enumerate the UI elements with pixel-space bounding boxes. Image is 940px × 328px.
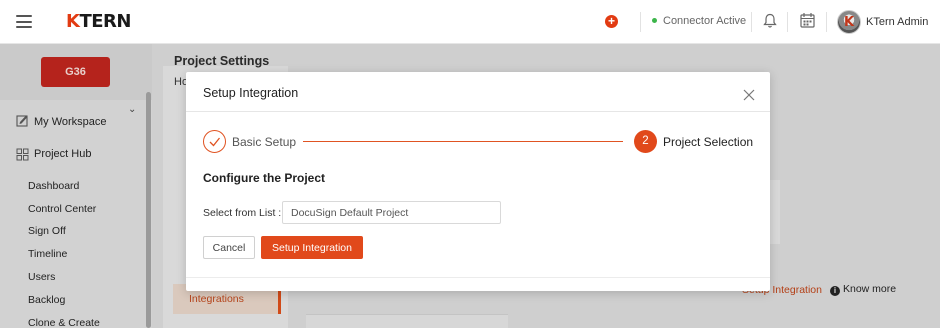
ktern-logo[interactable]: KTERN: [66, 11, 131, 32]
sidebar-item-backlog[interactable]: Backlog: [28, 294, 65, 306]
bell-icon[interactable]: [763, 13, 777, 29]
sidebar-item-my-workspace[interactable]: My Workspace: [34, 116, 107, 128]
header-divider: [787, 12, 788, 32]
top-header: KTERN + Connector Active K KTern Admin: [0, 0, 940, 44]
workspace-icon: [16, 115, 28, 127]
modal-divider: [186, 111, 770, 112]
sidebar-item-clone-create[interactable]: Clone & Create: [28, 317, 100, 328]
project-badge[interactable]: G36: [41, 57, 110, 87]
header-divider: [751, 12, 752, 32]
know-more-link[interactable]: i Know more: [830, 283, 896, 296]
calendar-icon[interactable]: [800, 12, 815, 28]
page-title: Project Settings: [174, 54, 270, 68]
modal-footer-divider: [186, 277, 770, 278]
section-title: Configure the Project: [203, 171, 326, 185]
setup-integration-modal: Setup Integration Basic Setup 2 Project …: [186, 72, 770, 291]
sidebar-item-users[interactable]: Users: [28, 271, 55, 283]
modal-title: Setup Integration: [203, 86, 299, 100]
chevron-down-icon[interactable]: ⌄: [128, 104, 136, 115]
step-active-indicator: 2: [634, 130, 657, 153]
sidebar-item-sign-off[interactable]: Sign Off: [28, 225, 66, 237]
check-icon: [209, 137, 221, 147]
grid-icon: [16, 148, 29, 161]
step-connector-line: [303, 141, 623, 142]
select-from-list-label: Select from List :: [203, 207, 282, 219]
step-project-selection: Project Selection: [663, 135, 754, 149]
add-icon[interactable]: +: [605, 15, 618, 28]
avatar[interactable]: K: [837, 10, 861, 34]
info-icon: i: [830, 286, 840, 296]
menu-icon[interactable]: [16, 15, 32, 28]
integration-card: [306, 314, 508, 328]
sidebar-item-control-center[interactable]: Control Center: [28, 203, 96, 215]
connector-status: Connector Active: [652, 15, 746, 27]
close-icon[interactable]: [742, 88, 756, 102]
header-divider: [640, 12, 641, 32]
header-divider: [826, 12, 827, 32]
project-select-input[interactable]: [282, 201, 501, 224]
sidebar-item-timeline[interactable]: Timeline: [28, 248, 67, 260]
user-name[interactable]: KTern Admin: [866, 16, 928, 28]
sidebar-scrollbar[interactable]: [146, 92, 151, 328]
sidebar-item-project-hub[interactable]: Project Hub: [34, 148, 91, 160]
step-completed-indicator: [203, 130, 226, 153]
cancel-button[interactable]: Cancel: [203, 236, 255, 259]
step-basic-setup: Basic Setup: [232, 135, 297, 149]
setup-integration-button[interactable]: Setup Integration: [261, 236, 363, 259]
sidebar-item-dashboard[interactable]: Dashboard: [28, 180, 79, 192]
status-dot-icon: [652, 17, 657, 23]
